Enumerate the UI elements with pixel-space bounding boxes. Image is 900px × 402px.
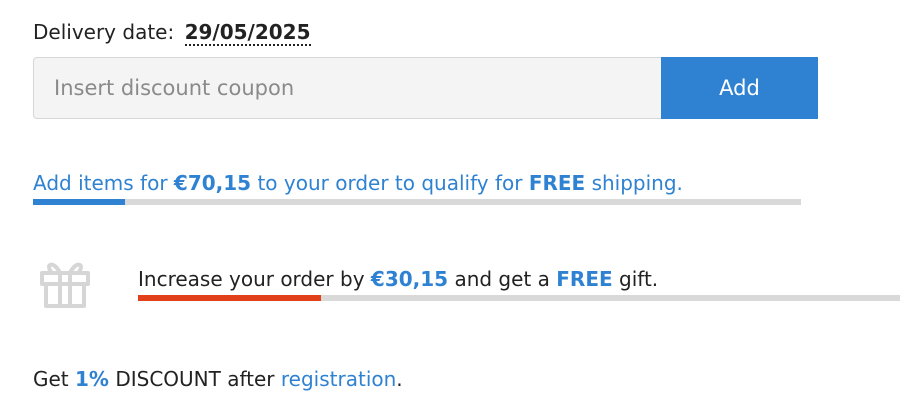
add-coupon-button[interactable]: Add: [661, 57, 818, 119]
gift-icon: [40, 262, 90, 308]
delivery-date-label: Delivery date:: [33, 20, 175, 44]
free-gift-message: Increase your order by €30,15 and get a …: [138, 264, 658, 294]
free-gift-free: FREE: [556, 267, 613, 291]
free-shipping-free: FREE: [528, 171, 586, 195]
free-gift-middle: and get a: [448, 267, 557, 291]
registration-middle: DISCOUNT after: [108, 367, 281, 391]
free-shipping-prefix: Add items for: [33, 171, 174, 195]
free-shipping-progress-bar: [33, 199, 801, 205]
free-gift-amount: €30,15: [370, 267, 449, 291]
free-shipping-progress-fill: [33, 199, 126, 205]
free-gift-progress-fill: [138, 295, 321, 301]
delivery-date-value[interactable]: 29/05/2025: [184, 20, 311, 46]
delivery-date: Delivery date: 29/05/2025: [33, 18, 311, 46]
free-gift-suffix: gift.: [612, 267, 659, 291]
registration-suffix: .: [396, 367, 403, 391]
coupon-form: Add: [33, 57, 818, 119]
free-shipping-suffix: shipping.: [585, 171, 683, 195]
free-shipping-middle: to your order to qualify for: [251, 171, 529, 195]
registration-link[interactable]: registration: [281, 367, 396, 391]
registration-percent: 1%: [75, 367, 109, 391]
free-shipping-message: Add items for €70,15 to your order to qu…: [33, 168, 683, 198]
free-gift-prefix: Increase your order by: [138, 267, 371, 291]
coupon-input[interactable]: [33, 57, 661, 119]
free-gift-progress-bar: [138, 295, 900, 301]
registration-discount-message: Get 1% DISCOUNT after registration.: [33, 364, 403, 394]
free-shipping-amount: €70,15: [173, 171, 252, 195]
registration-prefix: Get: [33, 367, 76, 391]
